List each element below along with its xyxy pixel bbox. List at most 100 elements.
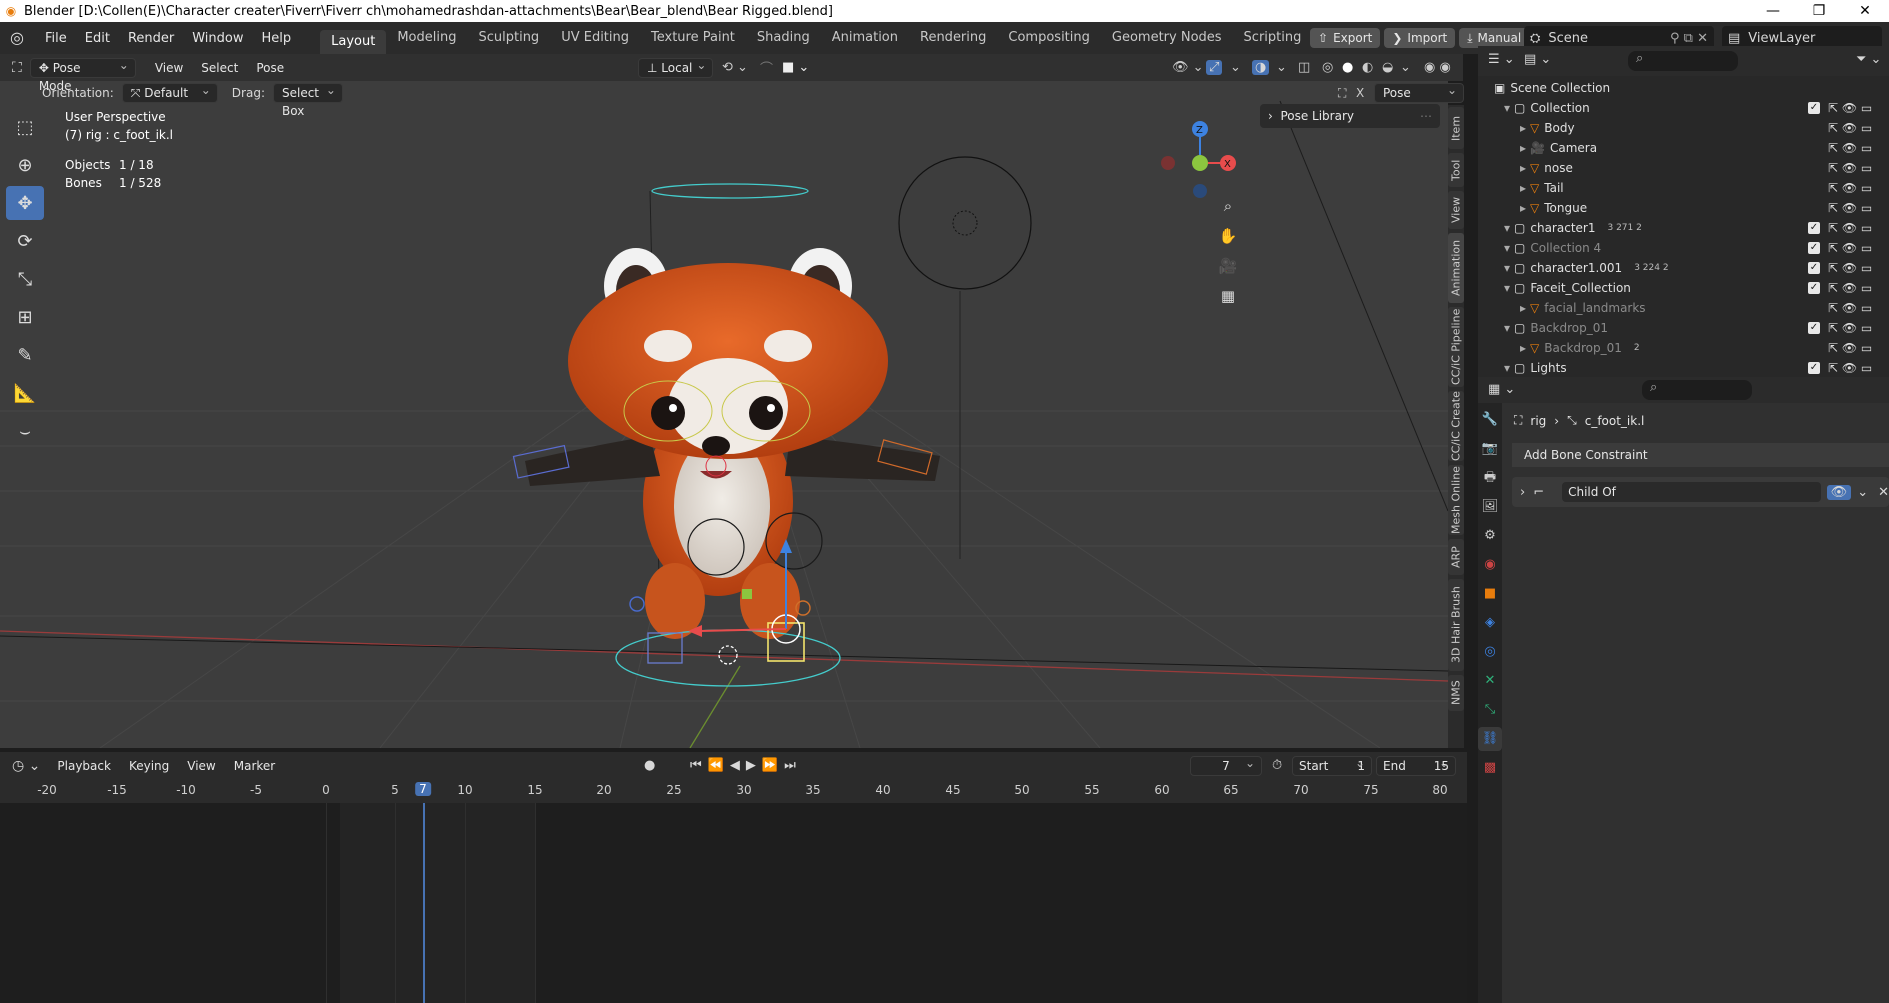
pose-library-panel[interactable]: › Pose Library ⋯ [1260, 104, 1440, 128]
sidetab-mesh-online[interactable]: Mesh Online [1448, 465, 1464, 535]
xmirror-icon[interactable]: X [1356, 86, 1364, 100]
texture-properties-icon[interactable]: ▩ [1478, 756, 1502, 780]
workspace-tab-modeling[interactable]: Modeling [386, 22, 467, 54]
exclude-checkbox[interactable]: ✓ [1808, 322, 1820, 334]
exclude-checkbox[interactable]: ✓ [1808, 102, 1820, 114]
workspace-tab-compositing[interactable]: Compositing [997, 22, 1101, 54]
zoom-icon[interactable]: ⌕ [1215, 193, 1241, 219]
expand-arrow-icon[interactable]: ▾ [1504, 321, 1510, 335]
gizmo-neg-x-ball[interactable] [1161, 156, 1175, 170]
outliner-row[interactable]: ▾ ▢ character1 3 271 2 ✓ ⇱ 👁 ▭ [1478, 218, 1889, 238]
chevron-right-icon[interactable]: › [1520, 485, 1525, 500]
camera-view-icon[interactable]: 🎥 [1215, 253, 1241, 279]
expand-arrow-icon[interactable]: ▾ [1504, 241, 1510, 255]
head-control-ring[interactable] [651, 183, 809, 199]
gizmo-neg-z-ball[interactable] [1193, 184, 1207, 198]
visibility-toggles[interactable]: ⇱ 👁 ▭ [1828, 321, 1872, 335]
menu-window[interactable]: Window [183, 31, 252, 46]
transform-icon[interactable]: ⊞ [6, 300, 44, 334]
expand-arrow-icon[interactable]: ▸ [1520, 181, 1526, 195]
record-icon[interactable]: ● [644, 758, 655, 773]
bone-properties-icon[interactable]: ⤡ [1478, 698, 1502, 722]
gizmo-xz-plane[interactable] [742, 589, 752, 599]
expand-arrow-icon[interactable]: ▾ [1504, 361, 1510, 375]
playhead-line[interactable] [423, 803, 425, 1003]
outliner-row[interactable]: ▾ ▢ Collection 4 ✓ ⇱ 👁 ▭ [1478, 238, 1889, 258]
workspace-tab-texture-paint[interactable]: Texture Paint [640, 22, 746, 54]
add-bone-constraint-button[interactable]: Add Bone Constraint [1512, 443, 1889, 467]
menu-file[interactable]: File [36, 31, 76, 46]
constraint-name-field[interactable]: Child Of [1562, 482, 1821, 502]
expand-arrow-icon[interactable]: ▸ [1520, 201, 1526, 215]
filter-icon[interactable]: ⏷ ⌄ [1856, 52, 1881, 67]
outliner-row[interactable]: ▸ ▽ nose ⇱ 👁 ▭ [1478, 158, 1889, 178]
sidetab-view[interactable]: View [1448, 191, 1464, 229]
expand-arrow-icon[interactable]: ▾ [1504, 101, 1510, 115]
outliner-search-input[interactable]: ⌕ [1628, 51, 1738, 71]
outliner-row[interactable]: ▸ ▽ Backdrop_01 2 ⇱ 👁 ▭ [1478, 338, 1889, 358]
outliner-row[interactable]: ▸ 🎥 Camera ⇱ 👁 ▭ [1478, 138, 1889, 158]
sidetab-3d-hair-brush[interactable]: 3D Hair Brush [1448, 579, 1464, 671]
workspace-tab-rendering[interactable]: Rendering [909, 22, 997, 54]
viewport-menu-view[interactable]: View [146, 61, 192, 75]
properties-editor-icon[interactable]: ▦ ⌄ [1488, 382, 1515, 397]
visibility-toggles[interactable]: ⇱ 👁 ▭ [1828, 261, 1872, 275]
import-button[interactable]: ❯ Import [1384, 28, 1456, 48]
modifier-properties-icon[interactable]: ◈ [1478, 611, 1502, 635]
viewport-menu-select[interactable]: Select [192, 61, 247, 75]
pin-icon[interactable]: ⚲ ⧉ ✕ [1670, 31, 1708, 46]
gizmo-toggle-icon[interactable]: ⤢ [1206, 60, 1223, 75]
xray-icon[interactable]: ◫ [1298, 60, 1310, 75]
eye-icon[interactable]: 👁 [1826, 484, 1852, 500]
current-frame-field[interactable]: 7 [1190, 754, 1262, 776]
visibility-toggles[interactable]: ⇱ 👁 ▭ [1828, 161, 1872, 175]
outliner-row[interactable]: ▸ ▽ Body ⇱ 👁 ▭ [1478, 118, 1889, 138]
mode-dropdown[interactable]: ✥ Pose Mode [29, 56, 136, 93]
sidetab-cc-ic-pipeline[interactable]: CC/iC Pipeline [1448, 307, 1464, 387]
manual-button[interactable]: ⤓ Manual [1459, 28, 1530, 48]
pose-options-dropdown[interactable]: Pose Options [1374, 81, 1464, 118]
outliner-row-scene-collection[interactable]: ▣ Scene Collection [1478, 78, 1889, 98]
workspace-tab-geometry-nodes[interactable]: Geometry Nodes [1101, 22, 1233, 54]
close-icon[interactable]: ✕ [1878, 485, 1889, 500]
physics-properties-icon[interactable]: ◎ [1478, 640, 1502, 664]
expand-arrow-icon[interactable]: ▸ [1520, 341, 1526, 355]
sidetab-tool[interactable]: Tool [1448, 153, 1464, 187]
breadcrumb-object[interactable]: rig [1530, 414, 1546, 428]
sidetab-arp[interactable]: ARP [1448, 539, 1464, 575]
close-button[interactable]: ✕ [1842, 0, 1888, 22]
visibility-toggles[interactable]: ⇱ 👁 ▭ [1828, 301, 1872, 315]
start-frame-field[interactable]: Start 1 [1292, 754, 1372, 776]
breadcrumb-bone[interactable]: c_foot_ik.l [1585, 414, 1645, 428]
world-properties-icon[interactable]: ◉ [1478, 553, 1502, 577]
select-box-icon[interactable]: ⬚ [6, 110, 44, 144]
visibility-toggles[interactable]: ⇱ 👁 ▭ [1828, 221, 1872, 235]
outliner-row[interactable]: ▾ ▢ Lights ✓ ⇱ 👁 ▭ [1478, 358, 1889, 378]
menu-help[interactable]: Help [253, 31, 301, 46]
snapping-icon[interactable]: ⛶ [1338, 86, 1346, 101]
outliner-row[interactable]: ▾ ▢ character1.001 3 224 2 ✓ ⇱ 👁 ▭ [1478, 258, 1889, 278]
workspace-tab-animation[interactable]: Animation [821, 22, 909, 54]
timeline-menu-marker[interactable]: Marker [225, 759, 284, 773]
outliner-row[interactable]: ▸ ▽ Tail ⇱ 👁 ▭ [1478, 178, 1889, 198]
bone-constraint-properties-icon[interactable]: ⛓ [1478, 727, 1502, 751]
workspace-tab-scripting[interactable]: Scripting [1233, 22, 1313, 54]
display-mode-icon[interactable]: ▤ ⌄ [1524, 52, 1551, 67]
3d-cursor[interactable] [718, 645, 738, 665]
exclude-checkbox[interactable]: ✓ [1808, 362, 1820, 374]
rendered-shading-icon[interactable]: ◒ [1382, 60, 1393, 75]
panda-left-arm[interactable] [525, 436, 660, 486]
outliner-row[interactable]: ▾ ▢ Collection ✓ ⇱ 👁 ▭ [1478, 98, 1889, 118]
visibility-toggles[interactable]: ⇱ 👁 ▭ [1828, 241, 1872, 255]
drag-dropdown[interactable]: Select Box [272, 81, 343, 118]
timeline-menu-view[interactable]: View [178, 759, 224, 773]
sidetab-nms[interactable]: NMS [1448, 675, 1464, 711]
tool-properties-icon[interactable]: 🔧 [1478, 408, 1502, 432]
transform-space-dropdown[interactable]: ⊥ Local [638, 56, 714, 78]
timeline-ruler[interactable]: -20 -15 -10 -5 0 5 7 10 15 20 25 30 35 4… [0, 779, 1467, 803]
visibility-toggles[interactable]: ⇱ 👁 ▭ [1828, 101, 1872, 115]
minimize-button[interactable]: — [1750, 0, 1796, 22]
expand-arrow-icon[interactable]: ▸ [1520, 121, 1526, 135]
visibility-toggles[interactable]: ⇱ 👁 ▭ [1828, 341, 1872, 355]
expand-arrow-icon[interactable]: ▸ [1520, 161, 1526, 175]
